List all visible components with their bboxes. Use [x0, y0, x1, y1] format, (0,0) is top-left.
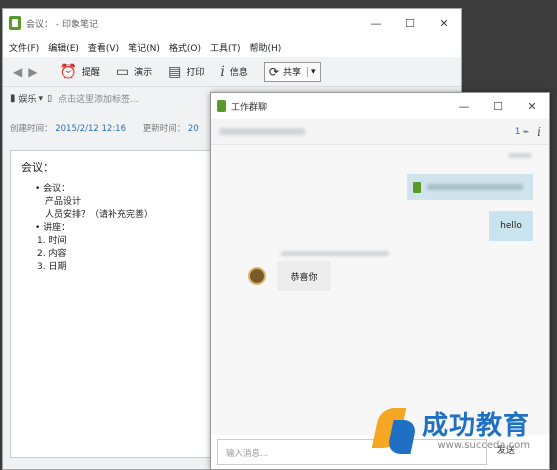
print-label: 打印 — [186, 68, 205, 78]
paperclip-icon[interactable]: ⌁ — [523, 125, 530, 138]
note-metadata: 创建时间： 2015/2/12 12:16 更新时间： 20 — [10, 122, 213, 134]
info-button[interactable]: i 信息 — [220, 64, 248, 80]
info-icon[interactable]: i — [537, 125, 541, 139]
present-button[interactable]: ▭ 演示 — [116, 64, 152, 80]
alarm-clock-icon: ⏰ — [59, 63, 77, 80]
member-count[interactable]: 1 — [515, 127, 521, 137]
info-icon: i — [220, 63, 225, 80]
window-title: 会议： - 印象笔记 — [26, 19, 98, 30]
close-icon[interactable]: ✕ — [427, 17, 461, 30]
note-icon — [413, 181, 421, 193]
brand-logo-icon — [376, 408, 418, 454]
minimize-icon[interactable]: — — [359, 17, 393, 30]
chat-messages: hello 恭喜你 — [211, 145, 549, 435]
forward-icon[interactable]: ▶ — [28, 65, 37, 79]
menu-view[interactable]: 查看(V) — [88, 41, 119, 54]
chevron-down-icon[interactable]: ▾ — [307, 66, 316, 77]
created-value[interactable]: 2015/2/12 12:16 — [55, 124, 126, 134]
print-button[interactable]: ▤ 打印 — [168, 64, 204, 80]
avatar[interactable] — [248, 267, 266, 285]
maximize-icon[interactable]: ☐ — [481, 100, 515, 113]
shared-note-title — [427, 184, 523, 190]
remind-button[interactable]: ⏰ 提醒 — [59, 64, 99, 80]
menu-note[interactable]: 笔记(N) — [128, 41, 160, 54]
presentation-icon: ▭ — [115, 63, 130, 80]
menu-format[interactable]: 格式(O) — [169, 41, 201, 54]
created-label: 创建时间： — [10, 124, 53, 134]
notebook-tag-row: ▮ 娱乐 ▾ ▯ 点击这里添加标签... — [10, 92, 139, 105]
notebook-icon: ▮ — [10, 93, 16, 104]
chat-members-bar: 1 ⌁ i — [211, 119, 549, 145]
menu-help[interactable]: 帮助(H) — [250, 41, 282, 54]
chevron-down-icon[interactable]: ▾ — [39, 94, 44, 104]
tag-input[interactable]: 点击这里添加标签... — [58, 92, 139, 105]
info-label: 信息 — [229, 68, 248, 78]
menu-bar: 文件(F) 编辑(E) 查看(V) 笔记(N) 格式(O) 工具(T) 帮助(H… — [3, 37, 461, 57]
message-bubble-sent: hello — [489, 211, 533, 241]
toolbar: ◀ ▶ ⏰ 提醒 ▭ 演示 ▤ 打印 i 信息 ⟳ 共享 ▾ — [3, 57, 461, 87]
notebook-selector[interactable]: 娱乐 — [19, 92, 37, 105]
remind-label: 提醒 — [81, 68, 100, 78]
sender-name — [281, 251, 389, 256]
watermark-url: www.succeda.com — [437, 439, 531, 451]
share-label: 共享 — [282, 68, 301, 78]
present-label: 演示 — [134, 68, 153, 78]
message-bubble-received: 恭喜你 — [277, 261, 331, 291]
chat-title: 工作群聊 — [231, 102, 268, 113]
close-icon[interactable]: ✕ — [515, 100, 549, 113]
evernote-logo-icon — [9, 16, 21, 30]
shared-note-card[interactable] — [407, 174, 533, 200]
updated-value[interactable]: 20 — [188, 124, 199, 134]
tag-icon: ▯ — [47, 93, 53, 104]
chat-title-bar: 工作群聊 — ☐ ✕ — [211, 93, 549, 119]
back-icon[interactable]: ◀ — [13, 65, 22, 79]
evernote-logo-icon — [217, 100, 226, 112]
updated-label: 更新时间： — [142, 124, 186, 134]
menu-tools[interactable]: 工具(T) — [210, 41, 241, 54]
maximize-icon[interactable]: ☐ — [393, 17, 427, 30]
printer-icon: ▤ — [168, 63, 182, 80]
timestamp — [509, 153, 531, 158]
menu-file[interactable]: 文件(F) — [9, 41, 39, 54]
watermark: 成功教育 www.succeda.com — [376, 408, 530, 454]
title-bar: 会议： - 印象笔记 — ☐ ✕ — [3, 9, 461, 37]
minimize-icon[interactable]: — — [447, 100, 481, 113]
share-icon: ⟳ — [268, 64, 279, 79]
participants-list[interactable] — [219, 128, 305, 135]
watermark-brand: 成功教育 — [422, 410, 531, 441]
share-button[interactable]: ⟳ 共享 ▾ — [263, 61, 321, 82]
menu-edit[interactable]: 编辑(E) — [48, 41, 79, 54]
